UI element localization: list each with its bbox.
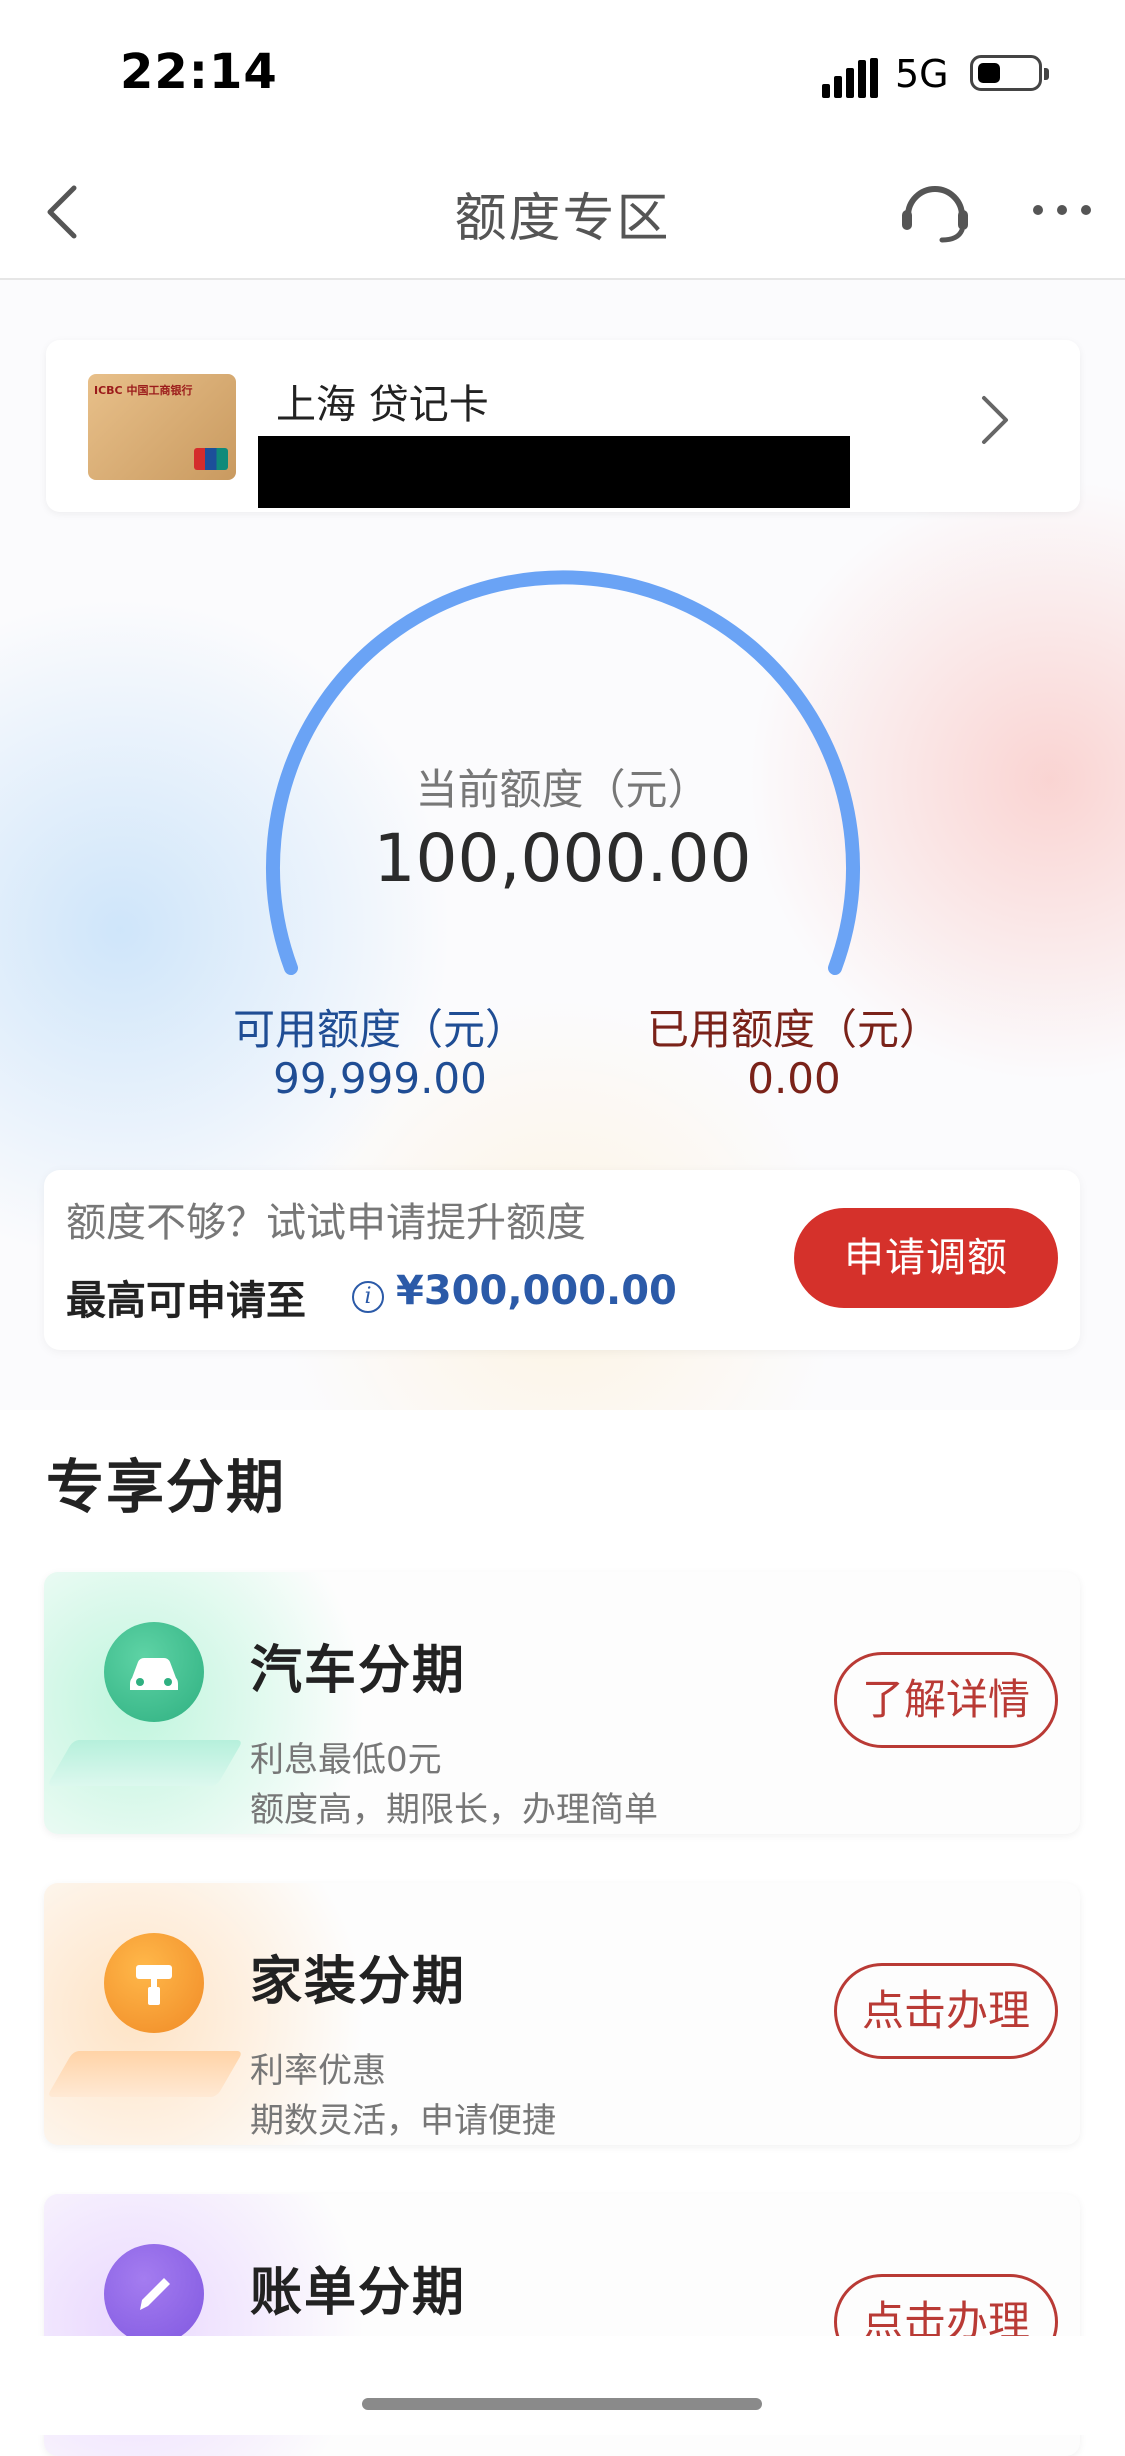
promo-text: 额度不够？试试申请提升额度 — [66, 1200, 586, 1246]
item-description: 期数灵活，申请便捷 — [250, 2101, 556, 2141]
home-indicator[interactable] — [362, 2398, 762, 2410]
apply-credit-adjust-button[interactable]: 申请调额 — [794, 1208, 1058, 1308]
battery-icon — [970, 55, 1049, 91]
installment-item-home[interactable]: 家装分期 利率优惠 期数灵活，申请便捷 点击办理 — [44, 1883, 1080, 2145]
current-credit-label: 当前额度（元） — [415, 765, 710, 814]
promo-max-amount: ¥300,000.00 — [396, 1268, 677, 1314]
chevron-right-icon[interactable] — [978, 392, 1012, 448]
used-credit-label: 已用额度（元） — [646, 1005, 941, 1054]
item-title: 汽车分期 — [250, 1641, 467, 1701]
paint-roller-icon — [104, 1933, 204, 2033]
more-dots-icon[interactable] — [1030, 202, 1094, 218]
redacted-card-number — [258, 436, 850, 508]
bank-card-image: ICBC 中国工商银行 — [88, 374, 236, 480]
network-type: 5G — [895, 52, 949, 96]
icon-base — [46, 2051, 244, 2097]
item-title: 账单分期 — [250, 2263, 467, 2323]
used-credit-amount: 0.00 — [747, 1054, 841, 1103]
apply-now-button[interactable]: 点击办理 — [834, 1963, 1058, 2059]
bottom-safe-area — [0, 2336, 1125, 2435]
info-icon[interactable]: i — [352, 1281, 384, 1313]
icon-base — [46, 1740, 244, 1786]
headset-icon[interactable] — [898, 180, 972, 244]
section-title: 专享分期 — [46, 1453, 287, 1521]
installment-item-car[interactable]: 汽车分期 利息最低0元 额度高，期限长，办理简单 了解详情 — [44, 1572, 1080, 1834]
signal-bars-icon — [822, 58, 878, 98]
item-subtitle: 利息最低0元 — [250, 1740, 442, 1780]
card-name: 上海 贷记卡 — [276, 382, 489, 428]
item-subtitle: 利率优惠 — [250, 2051, 386, 2091]
item-title: 家装分期 — [250, 1952, 467, 2012]
status-time: 22:14 — [120, 44, 278, 100]
current-credit-amount: 100,000.00 — [373, 820, 752, 897]
pencil-icon — [104, 2244, 204, 2344]
available-credit-amount: 99,999.00 — [273, 1054, 487, 1103]
car-icon — [104, 1622, 204, 1722]
learn-more-button[interactable]: 了解详情 — [834, 1652, 1058, 1748]
item-description: 额度高，期限长，办理简单 — [250, 1790, 658, 1830]
promo-max-label: 最高可申请至 — [66, 1278, 306, 1324]
available-credit-label: 可用额度（元） — [232, 1005, 527, 1054]
